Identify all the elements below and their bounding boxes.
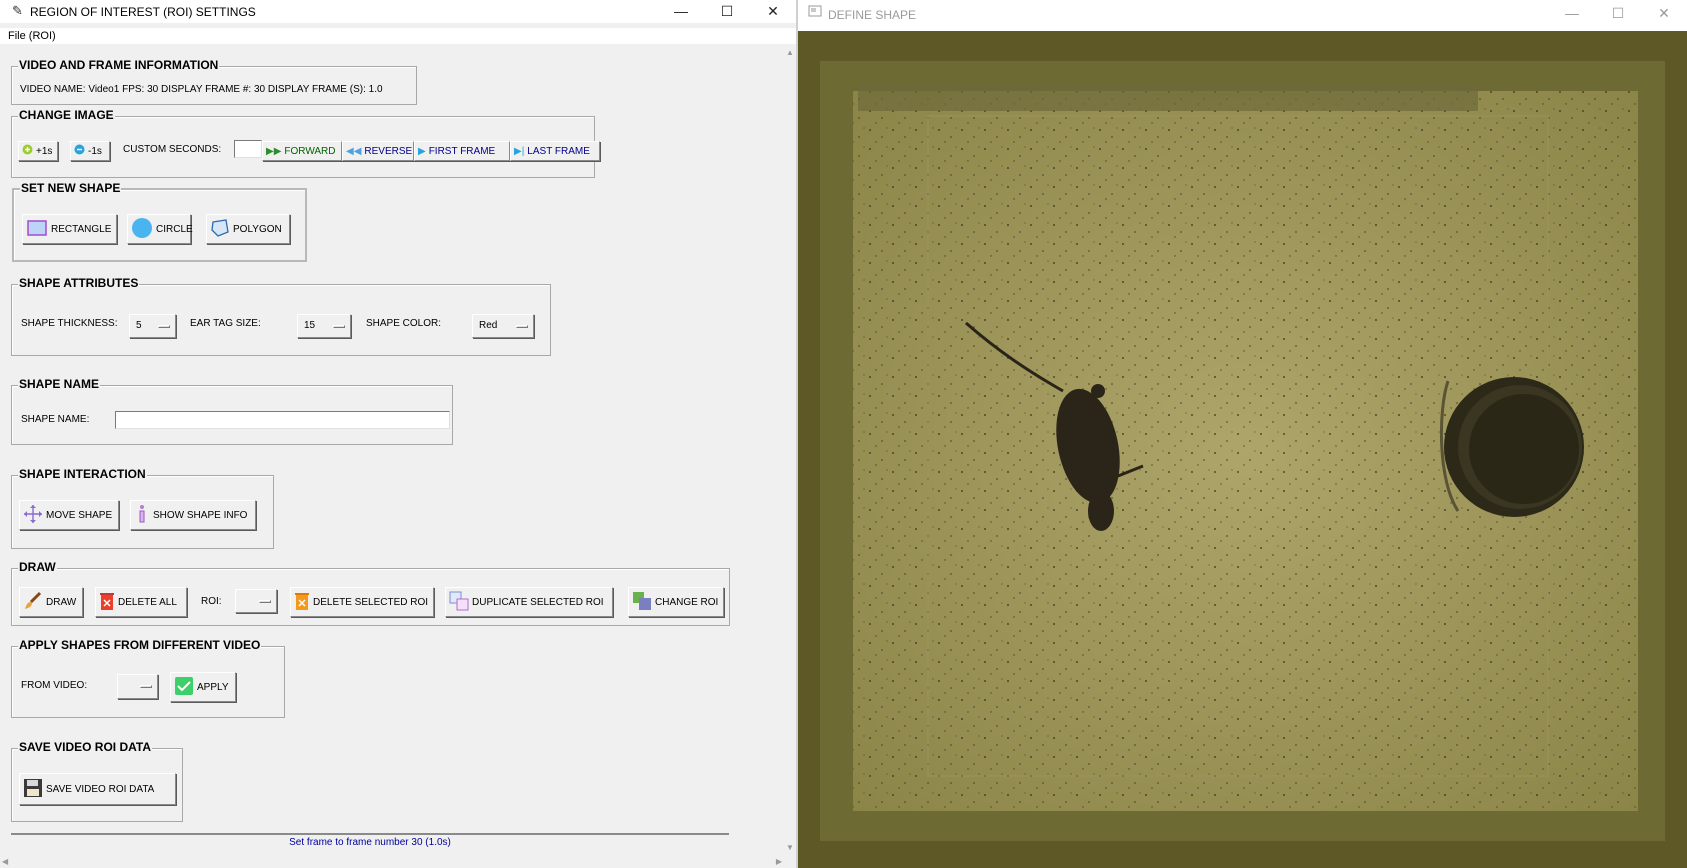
- change-image-title: CHANGE IMAGE: [18, 108, 115, 122]
- vertical-scrollbar[interactable]: ▲ ▼: [784, 46, 796, 854]
- video-info-frame: VIDEO AND FRAME INFORMATION VIDEO NAME: …: [11, 58, 417, 105]
- maximize-button[interactable]: ☐: [704, 0, 750, 23]
- define-shape-title: DEFINE SHAPE: [828, 8, 917, 22]
- shape-name-input[interactable]: [115, 411, 450, 429]
- define-shape-maximize-button[interactable]: ☐: [1595, 2, 1641, 25]
- save-roi-button[interactable]: SAVE VIDEO ROI DATA: [19, 773, 176, 805]
- horizontal-scrollbar[interactable]: ◀ ▶: [0, 856, 784, 868]
- duplicate-icon: [449, 591, 469, 614]
- apply-shapes-title: APPLY SHAPES FROM DIFFERENT VIDEO: [18, 638, 262, 652]
- rectangle-button[interactable]: RECTANGLE: [22, 214, 117, 244]
- close-button[interactable]: ✕: [750, 0, 796, 23]
- plus-icon: [22, 144, 33, 158]
- title-bar: ✎ REGION OF INTEREST (ROI) SETTINGS — ☐ …: [0, 0, 796, 23]
- shape-attributes-frame: SHAPE ATTRIBUTES SHAPE THICKNESS: 5 EAR …: [11, 276, 551, 356]
- shape-interaction-frame: SHAPE INTERACTION MOVE SHAPE SHOW SHAPE …: [11, 467, 274, 549]
- reverse-button[interactable]: ◀◀ REVERSE: [342, 141, 414, 161]
- shape-color-label: SHAPE COLOR:: [366, 318, 442, 329]
- set-shape-title: SET NEW SHAPE: [20, 181, 122, 195]
- floppy-disk-icon: [23, 778, 43, 801]
- feather-icon: ✎: [12, 3, 23, 18]
- info-icon: [134, 504, 150, 527]
- draw-button[interactable]: DRAW: [19, 587, 83, 617]
- fast-forward-icon: ▶▶: [266, 145, 282, 157]
- scroll-right-icon[interactable]: ▶: [776, 857, 782, 866]
- window-app-icon: [808, 4, 822, 21]
- circle-button[interactable]: CIRCLE: [127, 214, 193, 244]
- video-info-text: VIDEO NAME: Video1 FPS: 30 DISPLAY FRAME…: [20, 84, 383, 95]
- shape-name-label: SHAPE NAME:: [21, 414, 90, 425]
- from-video-label: FROM VIDEO:: [21, 680, 88, 691]
- last-frame-button[interactable]: ▶| LAST FRAME: [510, 141, 600, 161]
- first-frame-button[interactable]: ▶ FIRST FRAME: [414, 141, 510, 161]
- roi-label: ROI:: [201, 596, 222, 607]
- scroll-down-icon[interactable]: ▼: [786, 843, 794, 852]
- window-title: REGION OF INTEREST (ROI) SETTINGS: [30, 5, 256, 19]
- minimize-button[interactable]: —: [658, 0, 704, 23]
- change-roi-button[interactable]: CHANGE ROI: [628, 587, 724, 617]
- move-icon: [23, 504, 43, 527]
- video-frame-image[interactable]: [798, 31, 1687, 868]
- plus-1s-button[interactable]: +1s: [18, 141, 58, 161]
- draw-title: DRAW: [18, 560, 57, 574]
- polygon-icon: [210, 218, 230, 241]
- thickness-dropdown[interactable]: 5: [129, 314, 176, 338]
- polygon-button[interactable]: POLYGON: [206, 214, 290, 244]
- define-shape-minimize-button[interactable]: —: [1549, 2, 1595, 25]
- change-icon: [632, 591, 652, 614]
- thickness-label: SHAPE THICKNESS:: [21, 318, 118, 329]
- menu-file[interactable]: File (ROI): [8, 30, 56, 42]
- play-icon: ▶: [418, 145, 426, 157]
- shape-name-title: SHAPE NAME: [18, 377, 101, 391]
- circle-icon: [131, 217, 153, 242]
- custom-seconds-input[interactable]: [234, 140, 262, 158]
- forward-button[interactable]: ▶▶ FORWARD: [262, 141, 342, 161]
- minus-1s-button[interactable]: -1s: [70, 141, 110, 161]
- menu-bar: File (ROI): [0, 28, 796, 44]
- trash-red-icon: [99, 591, 115, 614]
- move-shape-button[interactable]: MOVE SHAPE: [19, 500, 119, 530]
- video-frame-drawing: [798, 31, 1687, 868]
- skip-end-icon: ▶|: [514, 145, 525, 157]
- ear-tag-label: EAR TAG SIZE:: [190, 318, 261, 329]
- shape-interaction-title: SHAPE INTERACTION: [18, 467, 147, 481]
- duplicate-selected-roi-button[interactable]: DUPLICATE SELECTED ROI: [445, 587, 613, 617]
- from-video-dropdown[interactable]: [117, 674, 158, 699]
- scroll-up-icon[interactable]: ▲: [786, 48, 794, 57]
- change-image-frame: CHANGE IMAGE +1s -1s CUSTOM SECONDS: ▶▶ …: [11, 108, 600, 178]
- roi-settings-window: ✎ REGION OF INTEREST (ROI) SETTINGS — ☐ …: [0, 0, 796, 868]
- paintbrush-icon: [23, 591, 43, 614]
- save-title: SAVE VIDEO ROI DATA: [18, 740, 153, 754]
- delete-selected-roi-button[interactable]: DELETE SELECTED ROI: [290, 587, 434, 617]
- checkmark-icon: [174, 676, 194, 699]
- ear-tag-dropdown[interactable]: 15: [297, 314, 351, 338]
- draw-frame: DRAW DRAW DELETE ALL ROI: DELETE SELECTE…: [11, 560, 730, 626]
- define-shape-title-bar: DEFINE SHAPE — ☐ ✕: [798, 0, 1687, 23]
- video-info-title: VIDEO AND FRAME INFORMATION: [18, 58, 220, 72]
- shape-attributes-title: SHAPE ATTRIBUTES: [18, 276, 140, 290]
- custom-seconds-label: CUSTOM SECONDS:: [123, 144, 222, 155]
- show-shape-info-button[interactable]: SHOW SHAPE INFO: [130, 500, 256, 530]
- define-shape-close-button[interactable]: ✕: [1641, 2, 1687, 25]
- status-bar: Set frame to frame number 30 (1.0s): [11, 833, 729, 851]
- define-shape-window: DEFINE SHAPE — ☐ ✕: [798, 0, 1687, 868]
- rewind-icon: ◀◀: [346, 145, 362, 157]
- shape-name-frame: SHAPE NAME SHAPE NAME:: [11, 377, 453, 445]
- shape-color-dropdown[interactable]: Red: [472, 314, 534, 338]
- apply-shapes-frame: APPLY SHAPES FROM DIFFERENT VIDEO FROM V…: [11, 638, 285, 718]
- delete-all-button[interactable]: DELETE ALL: [95, 587, 187, 617]
- trash-orange-icon: [294, 591, 310, 614]
- scroll-left-icon[interactable]: ◀: [2, 857, 8, 866]
- set-shape-frame: SET NEW SHAPE RECTANGLE CIRCLE POLYGON: [12, 181, 307, 262]
- roi-dropdown[interactable]: [235, 589, 277, 613]
- save-frame: SAVE VIDEO ROI DATA SAVE VIDEO ROI DATA: [11, 740, 183, 822]
- minus-icon: [74, 144, 85, 158]
- rectangle-icon: [26, 219, 48, 240]
- apply-button[interactable]: APPLY: [170, 672, 236, 702]
